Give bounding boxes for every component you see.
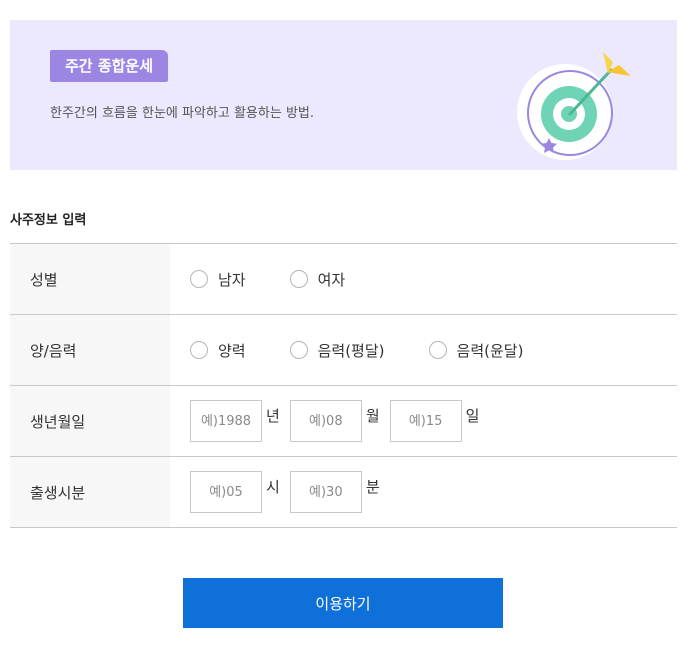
- banner: 주간 종합운세 한주간의 흐름을 한눈에 파악하고 활용하는 방법.: [10, 20, 677, 170]
- banner-subtitle: 한주간의 흐름을 한눈에 파악하고 활용하는 방법.: [50, 106, 314, 121]
- birthdate-label: 생년월일: [10, 386, 170, 456]
- birthtime-label: 출생시분: [10, 457, 170, 527]
- calendar-field: 양력 음력(평달) 음력(윤달): [170, 315, 677, 385]
- radio-circle[interactable]: [289, 270, 308, 288]
- gender-field: 남자 여자: [170, 244, 677, 314]
- day-unit: 일: [465, 406, 480, 425]
- calendar-label: 양/음력: [10, 315, 170, 385]
- radio-lunar-leap[interactable]: 음력(윤달): [428, 340, 524, 361]
- birth-day-input[interactable]: [389, 400, 462, 442]
- radio-label: 양력: [218, 341, 246, 360]
- banner-badge: 주간 종합운세: [50, 50, 169, 82]
- birthdate-row: 생년월일 년 월 일: [10, 386, 677, 457]
- radio-lunar-normal[interactable]: 음력(평달): [289, 340, 385, 361]
- saju-form: 성별 남자 여자 양/음력 양력 음력(평달) 음력(윤달) 생년월일 예)19…: [10, 243, 677, 528]
- calendar-row: 양/음력 양력 음력(평달) 음력(윤달): [10, 315, 677, 386]
- birth-hour-input[interactable]: [190, 471, 262, 513]
- radio-male[interactable]: 남자: [190, 269, 246, 290]
- minute-unit: 분: [365, 477, 380, 496]
- month-unit: 월: [365, 406, 380, 425]
- birthtime-field: 시 분: [170, 457, 677, 527]
- radio-circle[interactable]: [289, 341, 308, 359]
- birthdate-field: 년 월 일: [170, 386, 677, 456]
- submit-button[interactable]: 이용하기: [183, 578, 503, 628]
- gender-label: 성별: [10, 244, 170, 314]
- radio-label: 여자: [317, 270, 346, 289]
- radio-circle[interactable]: [428, 341, 447, 359]
- gender-row: 성별 남자 여자: [10, 244, 677, 315]
- birth-year-input[interactable]: [190, 400, 262, 442]
- radio-female[interactable]: 여자: [289, 269, 346, 290]
- radio-circle[interactable]: [190, 341, 208, 359]
- radio-label: 남자: [218, 270, 246, 289]
- radio-label: 음력(윤달): [456, 341, 524, 360]
- birth-month-input[interactable]: [289, 400, 362, 442]
- target-arrow-icon: [517, 52, 630, 160]
- section-title: 사주정보 입력: [10, 213, 87, 228]
- hour-unit: 시: [266, 477, 280, 496]
- radio-label: 음력(평달): [317, 341, 385, 360]
- year-unit: 년: [266, 406, 280, 425]
- radio-circle[interactable]: [190, 270, 208, 288]
- birth-minute-input[interactable]: [289, 471, 362, 513]
- birthtime-row: 출생시분 시 분: [10, 457, 677, 528]
- radio-solar[interactable]: 양력: [190, 340, 246, 361]
